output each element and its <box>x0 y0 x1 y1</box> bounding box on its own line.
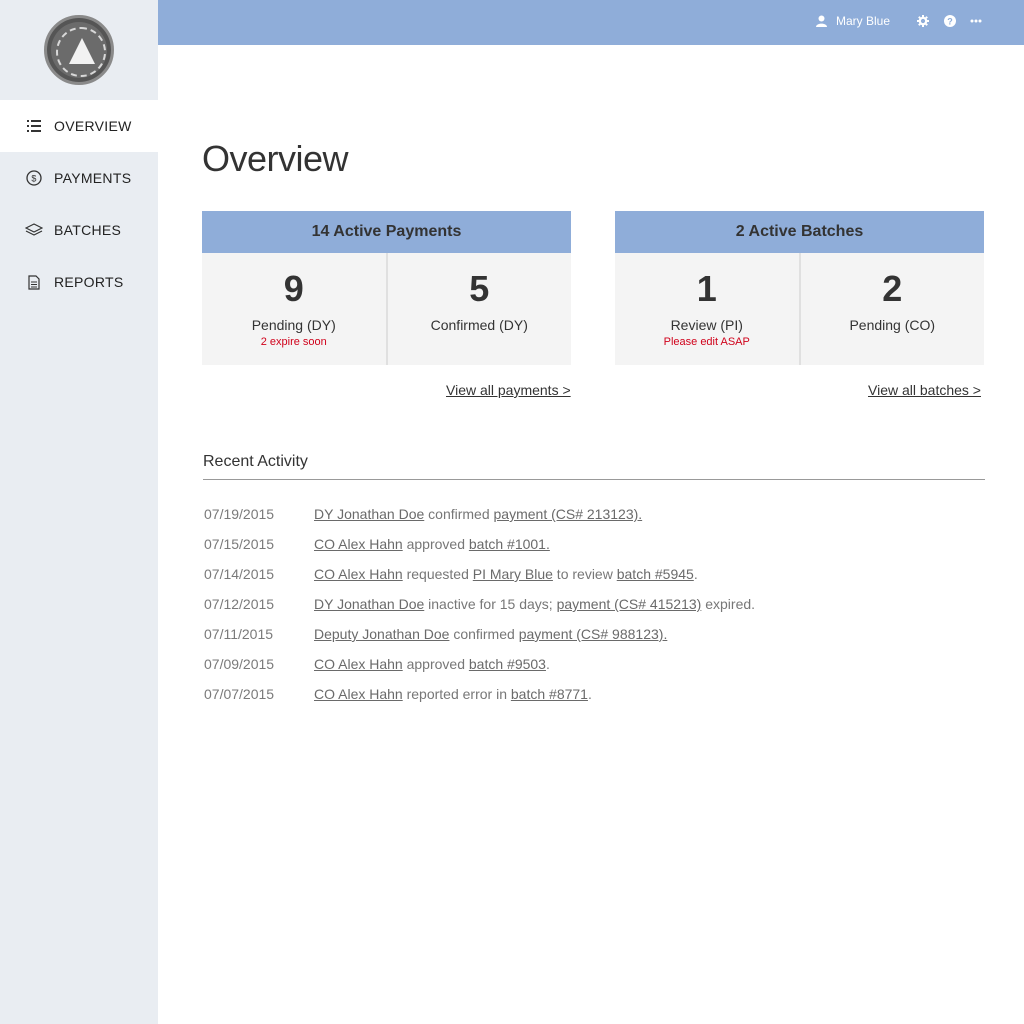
stat-label: Pending (CO) <box>849 317 936 333</box>
activity-date: 07/15/2015 <box>204 536 275 552</box>
activity-link[interactable]: batch #5945 <box>617 566 694 582</box>
activity-text-fragment: approved <box>402 536 469 552</box>
payments-card: 14 Active Payments 9 Pending (DY) 2 expi… <box>202 211 571 365</box>
activity-text-fragment: . <box>587 686 592 702</box>
sidebar-item-label: OVERVIEW <box>54 118 132 134</box>
activity-text-fragment: expired. <box>701 596 756 612</box>
activity-text: DY Jonathan Doe confirmed payment (CS# 2… <box>314 506 642 522</box>
view-all-payments-link[interactable]: View all payments > <box>446 382 571 398</box>
document-icon <box>25 273 43 291</box>
activity-link[interactable]: batch #1001. <box>469 536 550 552</box>
activity-link[interactable]: CO Alex Hahn <box>314 656 403 672</box>
activity-text-fragment: confirmed <box>424 506 494 522</box>
svg-text:$: $ <box>31 174 36 184</box>
activity-link[interactable]: payment (CS# 988123). <box>519 626 668 642</box>
activity-text: CO Alex Hahn reported error in batch #87… <box>314 686 592 702</box>
activity-link[interactable]: payment (CS# 213123). <box>494 506 643 522</box>
activity-text: CO Alex Hahn approved batch #9503. <box>314 656 550 672</box>
activity-text-fragment: to review <box>552 566 617 582</box>
logo-area <box>0 0 158 100</box>
stat-warning-note: Please edit ASAP <box>663 336 750 348</box>
activity-text-fragment: reported error in <box>402 686 511 702</box>
activity-link[interactable]: CO Alex Hahn <box>314 566 403 582</box>
sidebar-item-label: BATCHES <box>54 222 122 238</box>
sidebar-item-overview[interactable]: OVERVIEW <box>0 100 158 152</box>
page-title: Overview <box>202 138 349 179</box>
svg-text:?: ? <box>947 17 953 27</box>
list-icon <box>25 117 43 135</box>
activity-link[interactable]: DY Jonathan Doe <box>314 596 424 612</box>
activity-link[interactable]: DY Jonathan Doe <box>314 506 424 522</box>
activity-date: 07/19/2015 <box>204 506 275 522</box>
divider <box>203 479 985 480</box>
sidebar-item-reports[interactable]: REPORTS <box>0 256 158 308</box>
stat-review-pi[interactable]: 1 Review (PI) Please edit ASAP <box>615 253 799 365</box>
activity-text-fragment: confirmed <box>449 626 519 642</box>
activity-text: CO Alex Hahn requested PI Mary Blue to r… <box>314 566 698 582</box>
activity-link[interactable]: batch #8771 <box>511 686 588 702</box>
activity-date: 07/09/2015 <box>204 656 275 672</box>
payments-card-header: 14 Active Payments <box>202 211 571 253</box>
user-menu[interactable]: Mary Blue <box>816 14 890 28</box>
activity-link[interactable]: CO Alex Hahn <box>314 686 403 702</box>
sidebar-item-label: PAYMENTS <box>54 170 132 186</box>
view-all-batches-link[interactable]: View all batches > <box>868 382 981 398</box>
activity-text-fragment: inactive for 15 days; <box>424 596 557 612</box>
activity-link[interactable]: PI Mary Blue <box>473 566 553 582</box>
batches-card-header: 2 Active Batches <box>615 211 984 253</box>
stat-value: 9 <box>283 268 304 309</box>
sidebar-item-payments[interactable]: $ PAYMENTS <box>0 152 158 204</box>
stat-label: Pending (DY) <box>251 317 336 333</box>
stat-label: Review (PI) <box>670 317 743 333</box>
recent-activity-heading: Recent Activity <box>203 453 308 470</box>
activity-link[interactable]: payment (CS# 415213) <box>557 596 702 612</box>
user-name: Mary Blue <box>836 14 891 28</box>
dollar-circle-icon: $ <box>25 169 43 187</box>
user-icon <box>816 15 827 27</box>
layers-icon <box>25 221 43 239</box>
activity-link[interactable]: CO Alex Hahn <box>314 536 403 552</box>
sidebar: OVERVIEW $ PAYMENTS BATCHES REPORTS <box>0 0 158 1024</box>
more-icon[interactable] <box>969 14 983 28</box>
activity-text: CO Alex Hahn approved batch #1001. <box>314 536 550 552</box>
stat-warning-note: 2 expire soon <box>260 336 327 348</box>
top-bar: Mary Blue ? <box>158 0 1024 45</box>
activity-date: 07/14/2015 <box>204 566 275 582</box>
activity-date: 07/07/2015 <box>204 686 275 702</box>
activity-text-fragment: . <box>693 566 698 582</box>
stat-value: 1 <box>696 268 717 309</box>
stat-pending-dy[interactable]: 9 Pending (DY) 2 expire soon <box>202 253 386 365</box>
activity-text-fragment: approved <box>402 656 469 672</box>
activity-date: 07/12/2015 <box>204 596 275 612</box>
stat-label: Confirmed (DY) <box>430 317 528 333</box>
activity-text-fragment: requested <box>402 566 473 582</box>
help-icon[interactable]: ? <box>943 14 957 28</box>
batches-card: 2 Active Batches 1 Review (PI) Please ed… <box>615 211 984 365</box>
activity-text: DY Jonathan Doe inactive for 15 days; pa… <box>314 596 755 612</box>
sidebar-item-batches[interactable]: BATCHES <box>0 204 158 256</box>
activity-text: Deputy Jonathan Doe confirmed payment (C… <box>314 626 667 642</box>
stat-value: 5 <box>469 268 490 309</box>
agency-seal-logo <box>44 15 114 85</box>
activity-link[interactable]: batch #9503 <box>469 656 546 672</box>
activity-date: 07/11/2015 <box>204 626 274 642</box>
stat-pending-co[interactable]: 2 Pending (CO) <box>798 253 984 365</box>
stat-value: 2 <box>882 268 903 309</box>
activity-text-fragment: . <box>545 656 550 672</box>
sidebar-item-label: REPORTS <box>54 274 124 290</box>
stat-confirmed-dy[interactable]: 5 Confirmed (DY) <box>385 253 571 365</box>
gear-icon[interactable] <box>916 14 930 28</box>
activity-link[interactable]: Deputy Jonathan Doe <box>314 626 449 642</box>
